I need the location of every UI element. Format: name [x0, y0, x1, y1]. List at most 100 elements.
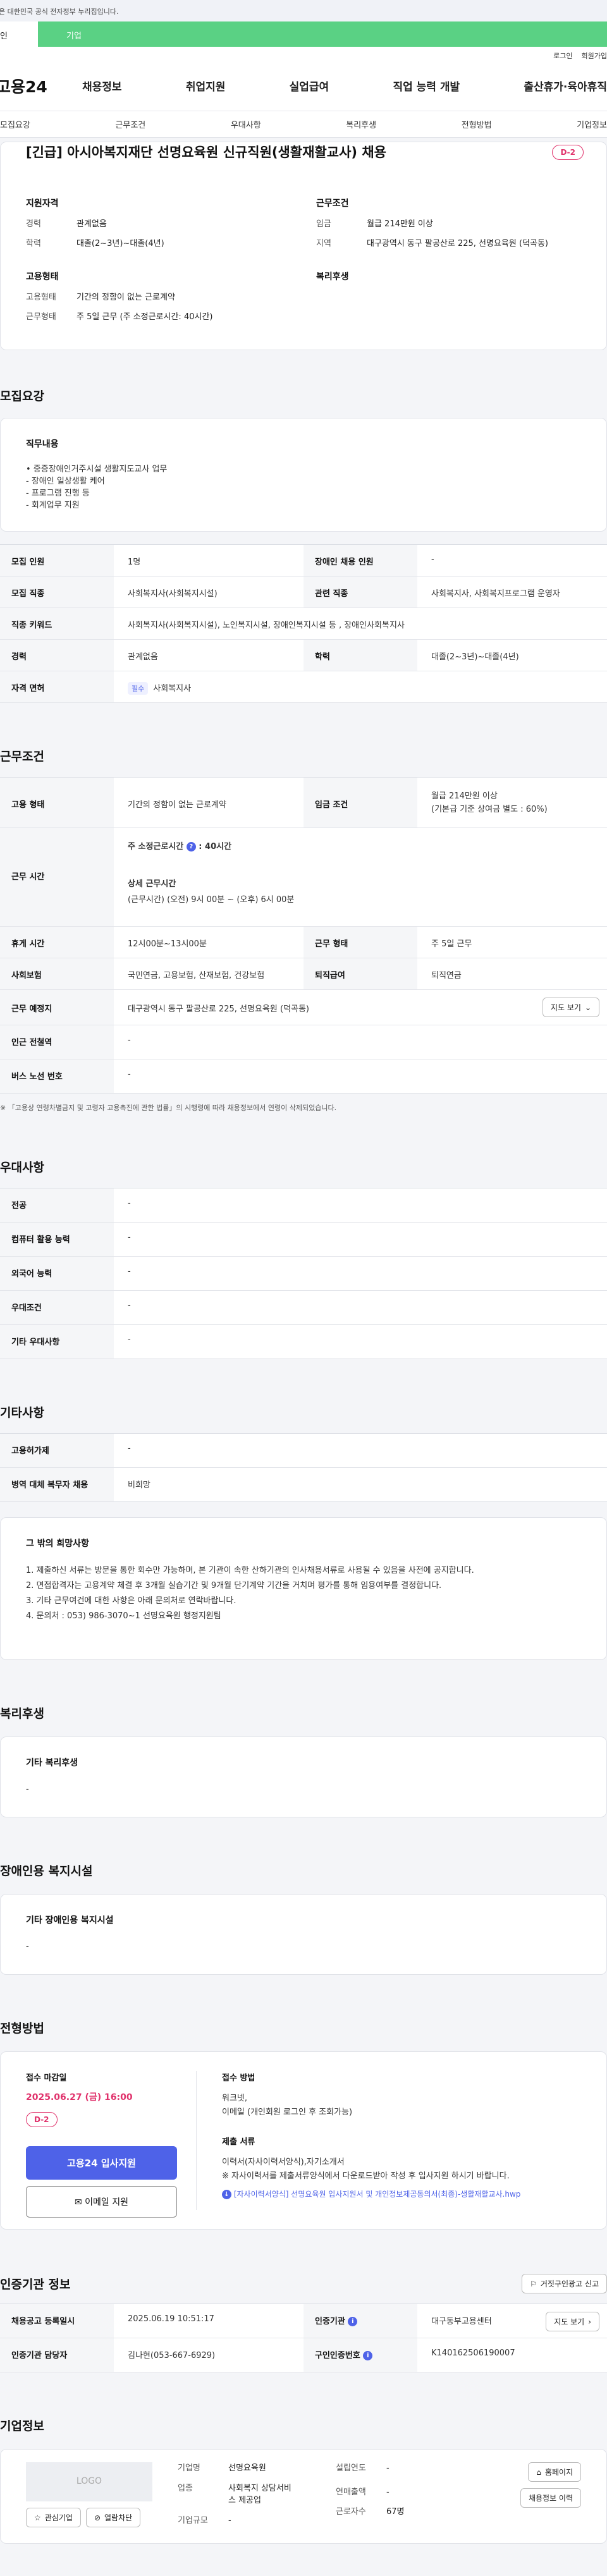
docs-line: 이력서(자사이력서양식),자기소개서: [222, 2158, 345, 2168]
kv-key: 업종: [178, 2483, 193, 2493]
company-title: 기업정보: [0, 2419, 44, 2433]
table-cell-pair: 임금 조건 월급 214만원 이상 (기본급 기준 상여금 별도 : 60%): [304, 778, 607, 827]
site-logo[interactable]: 고용24: [0, 75, 82, 97]
table-header: 인근 전철역: [0, 1025, 114, 1059]
table-row: 근무 시간 주 소정근로시간 ? : 40시간 상세 근무시간 (근무시간) (…: [0, 828, 607, 927]
other-wish-title: 그 밖의 희망사항: [26, 1539, 89, 1549]
company-kv: 기업명 선명요육원: [178, 2462, 336, 2475]
map-button[interactable]: 지도 보기 ⌄: [542, 998, 599, 1017]
subnav-company[interactable]: 기업정보: [577, 118, 607, 130]
kv-value: 주 5일 근무 (주 소정근로시간: 40시간): [77, 312, 213, 322]
map-button-label: 지도 보기: [550, 1003, 581, 1012]
etc-table: 고용허가제 - 병역 대체 복무자 채용 비희망: [0, 1433, 607, 1502]
table-cell-pair: 관련 직종 사회복지사, 사회복지프로그램 운영자: [304, 577, 607, 607]
info-icon[interactable]: i: [363, 2351, 373, 2360]
table-row: 채용공고 등록일시 2025.06.19 10:51:17 인증기관 i 대구동부고…: [0, 2304, 607, 2338]
method-column: 접수 방법 워크넷, 이메일 (개인회원 로그인 후 조회가능) 제출 서류 이…: [197, 2071, 581, 2210]
table-row: 기타 우대사항 -: [0, 1325, 607, 1359]
age-law-note: ※ 「고용상 연령차별금지 및 고령자 고용촉진에 관한 법률」의 시행령에 따…: [0, 1104, 337, 1112]
company-kv: 연매출액 -: [336, 2486, 462, 2499]
screening-box: 접수 마감일 2025.06.27 (금) 16:00 D-2 고용24 입사지…: [0, 2051, 607, 2230]
kv-key: 기업명: [178, 2463, 200, 2473]
table-cell-pair: 채용공고 등록일시 2025.06.19 10:51:17: [0, 2304, 304, 2338]
homepage-button[interactable]: ⌂ 홈페이지: [528, 2462, 581, 2482]
welfare-value: -: [26, 1785, 29, 1794]
table-value: 대졸(2~3년)~대졸(4년): [431, 652, 519, 662]
table-value: 12시00분~13시00분: [128, 939, 207, 949]
table-value: 사회복지사, 사회복지프로그램 운영자: [431, 589, 560, 599]
subnav-welfare[interactable]: 복리후생: [346, 118, 376, 130]
other-wish-line: 2. 면접합격자는 고용계약 체결 후 3개월 실습기간 및 9개월 단기계약 …: [26, 1581, 442, 1591]
tab-company[interactable]: 기업: [38, 21, 607, 47]
table-value: 퇴직연금: [431, 971, 462, 980]
method-line: 워크넷,: [222, 2094, 248, 2103]
subnav-recruit[interactable]: 모집요강: [0, 118, 30, 130]
homepage-label: 홈페이지: [544, 2468, 573, 2477]
cert-map-button[interactable]: 지도 보기 ›: [546, 2312, 599, 2331]
kv-key: 근무형태: [26, 312, 56, 322]
email-apply-label: 이메일 지원: [85, 2197, 129, 2207]
gnb-item-employment[interactable]: 취업지원: [186, 78, 226, 94]
info-icon[interactable]: ?: [186, 842, 196, 852]
attachment-link[interactable]: ↓ [자사이력서양식] 선명요육원 입사지원서 및 개인정보제공동의서(최종)-…: [222, 2188, 581, 2200]
map-button-wrap: 지도 보기 ⌄: [542, 990, 607, 1025]
table-row: 병역 대체 복무자 채용 비희망: [0, 1468, 607, 1502]
site-logo-text: 고용24: [0, 77, 47, 96]
method-label: 접수 방법: [222, 2073, 255, 2083]
table-value: 기간의 정함이 없는 근로계약: [128, 800, 226, 810]
kv-value: 선명요육원: [228, 2463, 266, 2473]
tab-company-label: 기업: [66, 32, 82, 41]
subnav-screening[interactable]: 전형방법: [462, 118, 492, 130]
table-value: 김나현(053-667-6929): [128, 2351, 216, 2360]
report-button[interactable]: ⚐ 거짓구인광고 신고: [522, 2274, 607, 2293]
table-value: 주 5일 근무: [431, 939, 472, 949]
job-history-button[interactable]: 채용정보 이력: [520, 2488, 581, 2508]
disability-box: 기타 장애인용 복지시설 -: [0, 1894, 607, 1975]
table-header: 컴퓨터 활용 능력: [0, 1223, 114, 1256]
join-link[interactable]: 회원가입: [582, 51, 607, 61]
gnb-item-unemployment[interactable]: 실업급여: [290, 78, 329, 94]
screening-section: 전형방법 접수 마감일 2025.06.27 (금) 16:00 D-2 고용2…: [0, 2019, 607, 2230]
gnb-item-jobs[interactable]: 채용정보: [82, 78, 122, 94]
fav-company-button[interactable]: ☆ 관심기업: [26, 2508, 81, 2527]
table-value: K140162506190007: [431, 2348, 515, 2358]
tab-personal[interactable]: 개인: [0, 21, 38, 47]
agency-label: 인증기관: [315, 2317, 345, 2326]
subnav-work[interactable]: 근무조건: [115, 118, 145, 130]
table-value: 비희망: [128, 1480, 150, 1490]
table-cell-pair: 경력 관계없음: [0, 640, 304, 671]
login-link[interactable]: 로그인: [553, 51, 572, 61]
email-apply-button[interactable]: ✉ 이메일 지원: [26, 2186, 177, 2218]
report-icon: ⚐: [530, 2279, 537, 2288]
gnb-item-parental[interactable]: 출산휴가·육아휴직: [524, 78, 607, 94]
work-title: 근무조건: [0, 750, 44, 764]
table-header: 직종 키워드: [0, 608, 114, 639]
duty-box: 직무내용 • 중증장애인거주시설 생활지도교사 업무 - 장애인 일상생활 케어…: [0, 418, 607, 532]
job-summary-card: [긴급] 아시아복지재단 선명요육원 신규직원(생활재활교사) 채용 D-2 지…: [0, 142, 607, 350]
method-line: 이메일 (개인회원 로그인 후 조회가능): [222, 2108, 353, 2118]
welfare-sub: 기타 복리후생: [26, 1758, 78, 1768]
apply-button[interactable]: 고용24 입사지원: [26, 2146, 177, 2180]
weekly-hours-label: 주 소정근로시간: [128, 842, 184, 852]
table-row: 자격 면허 필수 사회복지사: [0, 671, 607, 703]
subnav-pref[interactable]: 우대사항: [231, 118, 261, 130]
block-company-button[interactable]: ⊘ 열람차단: [85, 2508, 141, 2527]
gov-banner: 이 누리집은 대한민국 공식 전자정부 누리집입니다.: [0, 0, 607, 21]
info-icon[interactable]: i: [348, 2317, 358, 2326]
deadline-dday: D-2: [26, 2112, 58, 2127]
company-actions: ☆ 관심기업 ⊘ 열람차단: [26, 2508, 178, 2527]
star-icon: ☆: [34, 2513, 41, 2522]
cert-table: 채용공고 등록일시 2025.06.19 10:51:17 인증기관 i 대구동부고…: [0, 2304, 607, 2372]
table-cell-pair: 모집 직종 사회복지사(사회복지시설): [0, 577, 304, 607]
table-value: -: [128, 1070, 131, 1079]
qualification-block: 지원자격 경력 관계없음 학력 대졸(2~3년)~대졸(4년): [26, 197, 291, 256]
gnb-item-training[interactable]: 직업 능력 개발: [393, 78, 460, 94]
company-links: ⌂ 홈페이지 채용정보 이력: [462, 2462, 581, 2530]
mail-icon: ✉: [74, 2197, 82, 2207]
table-header: 기타 우대사항: [0, 1325, 114, 1358]
job-history-label: 채용정보 이력: [528, 2494, 573, 2503]
table-header: 관련 직종: [304, 577, 417, 607]
notice-label: 구인인증번호: [315, 2351, 360, 2360]
table-value: -: [128, 1335, 131, 1345]
kv-value: 관계없음: [77, 219, 107, 229]
